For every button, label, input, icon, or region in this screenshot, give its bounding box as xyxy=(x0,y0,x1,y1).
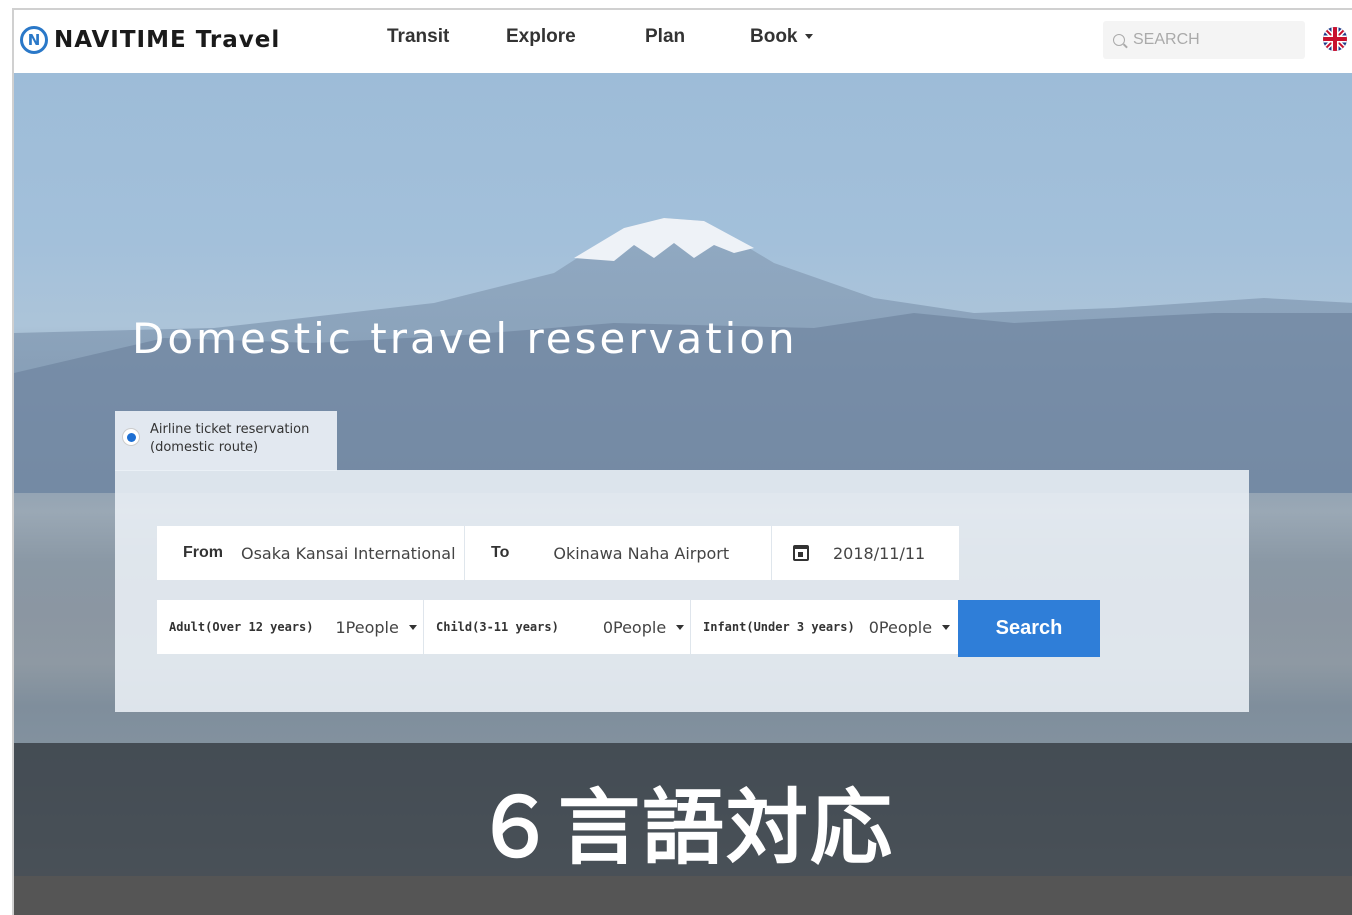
child-value: 0People xyxy=(602,617,667,637)
nav-transit[interactable]: Transit xyxy=(387,26,449,48)
adult-value: 1People xyxy=(335,617,399,637)
to-label: To xyxy=(491,544,510,561)
infant-label: Infant(Under 3 years) xyxy=(703,620,855,634)
to-value: Okinawa Naha Airport xyxy=(553,543,730,563)
to-field[interactable]: To Okinawa Naha Airport xyxy=(465,526,771,580)
infant-value-wrap: 0People xyxy=(868,617,951,637)
tab-label-line1: Airline ticket reservation xyxy=(150,422,310,437)
logo-text: NAVITIME Travel xyxy=(54,27,281,53)
uk-flag-icon[interactable] xyxy=(1323,27,1347,51)
navitime-logo-icon: N xyxy=(20,26,48,54)
page-title: Domestic travel reservation xyxy=(132,314,798,363)
date-value: 2018/11/11 xyxy=(833,543,926,563)
search-button[interactable]: Search xyxy=(958,600,1100,657)
header-search xyxy=(1103,21,1305,59)
hero-section: Domestic travel reservation Airline tick… xyxy=(14,73,1352,915)
adult-value-wrap: 1People xyxy=(336,618,417,637)
child-label: Child(3-11 years) xyxy=(436,620,559,634)
language-banner: ６言語対応 xyxy=(14,743,1352,915)
child-select[interactable]: Child(3-11 years) 0People xyxy=(424,600,690,654)
tab-airline-reservation[interactable]: Airline ticket reservation (domestic rou… xyxy=(115,411,337,471)
caret-down-icon xyxy=(804,34,813,40)
child-value-wrap: 0People xyxy=(602,617,685,637)
nav-book-label: Book xyxy=(750,26,798,47)
chevron-down-icon xyxy=(942,624,951,630)
date-field[interactable]: 2018/11/11 xyxy=(772,526,959,580)
reservation-form: From Osaka Kansai International To Okina… xyxy=(115,470,1249,712)
infant-select[interactable]: Infant(Under 3 years) 0People xyxy=(691,600,958,654)
radio-selected-icon[interactable] xyxy=(122,428,140,446)
from-field[interactable]: From Osaka Kansai International xyxy=(157,526,464,580)
nav-plan[interactable]: Plan xyxy=(645,26,685,48)
calendar-icon xyxy=(793,545,809,561)
search-input[interactable] xyxy=(1133,31,1293,49)
site-header: N NAVITIME Travel Transit Explore Plan B… xyxy=(14,10,1352,73)
search-icon xyxy=(1113,34,1125,46)
nav-book[interactable]: Book xyxy=(750,26,813,48)
banner-text: ６言語対応 xyxy=(473,781,894,876)
browser-frame: N NAVITIME Travel Transit Explore Plan B… xyxy=(12,8,1352,915)
chevron-down-icon xyxy=(408,624,417,630)
from-value: Osaka Kansai International xyxy=(241,543,456,563)
tab-label-line2: (domestic route) xyxy=(150,440,259,455)
banner-grey-band xyxy=(14,876,1352,915)
nav-explore[interactable]: Explore xyxy=(506,26,576,48)
adult-select[interactable]: Adult(Over 12 years) 1People xyxy=(157,600,423,654)
chevron-down-icon xyxy=(676,624,685,630)
adult-label: Adult(Over 12 years) xyxy=(169,620,314,634)
from-label: From xyxy=(183,544,223,561)
infant-value: 0People xyxy=(868,617,933,637)
site-logo[interactable]: N NAVITIME Travel xyxy=(20,26,280,54)
